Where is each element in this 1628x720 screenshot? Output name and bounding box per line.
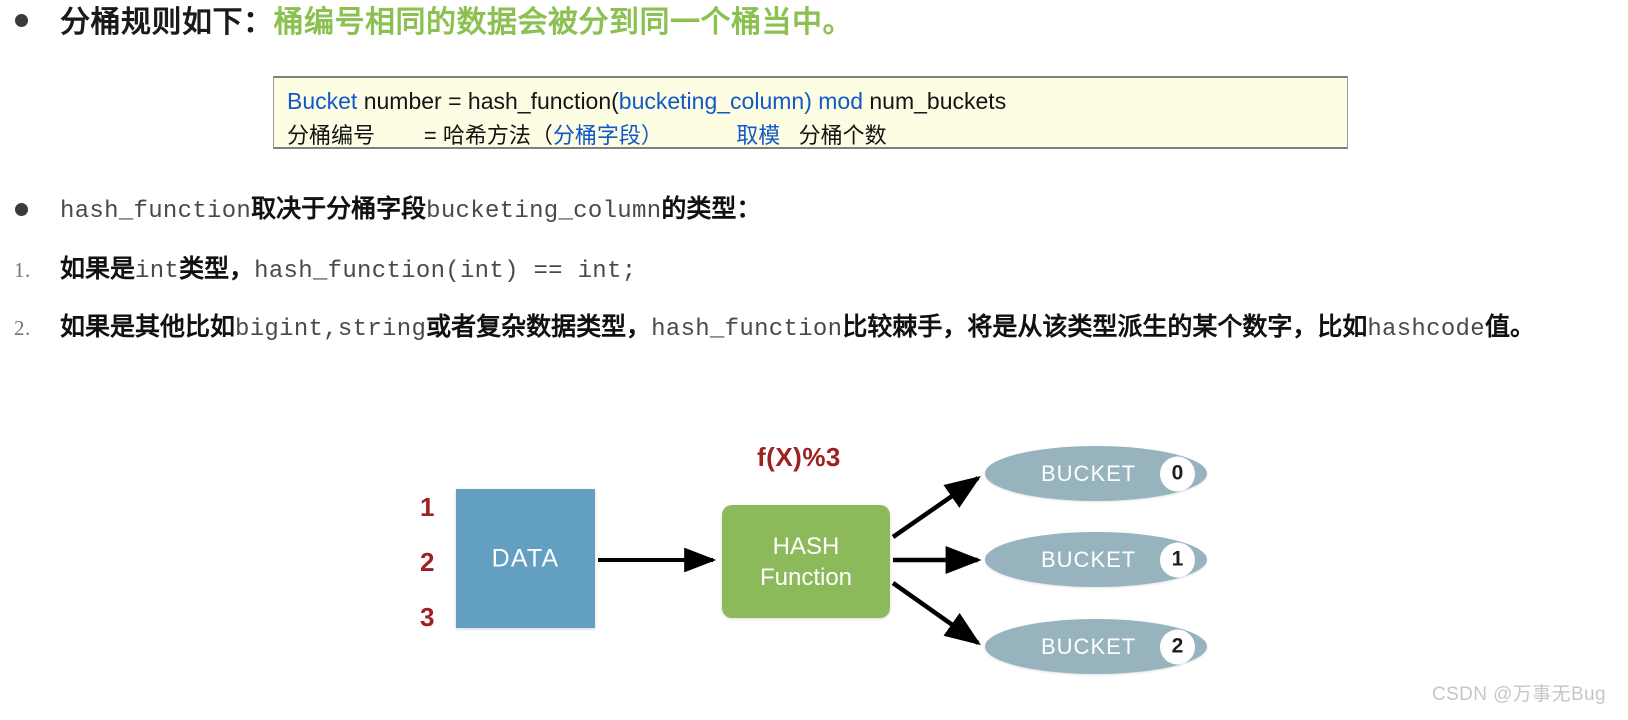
list-item-2-part-5: hashcode (1367, 316, 1485, 343)
formula-token-num-buckets: num_buckets (863, 88, 1007, 114)
bullet-1-black-text: 分桶规则如下： (60, 6, 274, 39)
list-item-2-part-6: 值。 (1484, 313, 1535, 341)
list-item-1-part-3: hash_function(int) == int; (254, 258, 637, 285)
arrow-hash-to-bucket-2 (891, 581, 981, 646)
diagram-arrows (598, 475, 982, 646)
list-marker-1: 1. (14, 258, 31, 282)
bullet-2-text: hash_function取决于分桶字段bucketing_column的类型： (60, 192, 761, 229)
formula-token-bucket: Bucket (287, 88, 358, 114)
formula-cn-token-num-buckets: 分桶个数 (780, 123, 887, 148)
arrow-hash-to-bucket-0 (891, 475, 981, 539)
list-marker-2: 2. (14, 316, 31, 340)
formula-line-english: Bucket number = hash_function(bucketing_… (287, 88, 1006, 115)
formula-box: Bucket number = hash_function(bucketing_… (273, 76, 1348, 149)
bullet-2-part-2: bucketing_column (426, 198, 662, 225)
formula-cn-token-bucket-number: 分桶编号 (287, 123, 376, 148)
bullet-2-part-1: 取决于分桶字段 (251, 195, 427, 223)
formula-token-number-eq-hash: number = hash_function( (357, 88, 619, 114)
list-item-2-part-2: 或者复杂数据类型， (426, 313, 652, 341)
formula-token-bucketing-column: bucketing_column) (618, 88, 812, 114)
list-item-1-part-1: int (135, 258, 180, 285)
bullet-marker-2 (15, 203, 28, 216)
list-item-2-part-3: hash_function (651, 316, 843, 343)
list-item-1-part-2: 类型， (179, 255, 255, 283)
formula-line-chinese: 分桶编号 = 哈希方法（分桶字段） 取模 分桶个数 (287, 118, 887, 150)
bullet-1-text: 分桶规则如下：桶编号相同的数据会被分到同一个桶当中。 (60, 3, 853, 43)
list-item-2: 如果是其他比如bigint,string或者复杂数据类型，hash_functi… (60, 310, 1535, 348)
watermark: CSDN @万事无Bug (1431, 684, 1606, 705)
list-item-2-part-0: 如果是其他比如 (60, 313, 236, 341)
formula-token-mod: mod (818, 88, 863, 114)
bullet-2-part-0: hash_function (60, 198, 252, 225)
list-item-1-part-0: 如果是 (60, 255, 136, 283)
list-item-2-part-1: bigint,string (235, 316, 427, 343)
formula-cn-token-mod: 取模 (736, 123, 781, 148)
hash-bucketing-diagram: f(X)%3 1 2 3 DATA HASH Function BUCKET 0… (0, 400, 1628, 690)
bullet-marker-1 (15, 14, 28, 27)
formula-cn-token-gap (663, 123, 736, 148)
formula-cn-token-bucketing-column: 分桶字段） (552, 123, 663, 148)
bullet-1-green-text: 桶编号相同的数据会被分到同一个桶当中。 (273, 6, 853, 39)
list-item-1: 如果是int类型，hash_function(int) == int; (60, 252, 636, 290)
bullet-2-part-3: 的类型： (661, 195, 762, 223)
list-item-2-part-4: 比较棘手，将是从该类型派生的某个数字，比如 (842, 313, 1368, 341)
formula-cn-token-eq-hash: = 哈希方法（ (375, 123, 553, 148)
